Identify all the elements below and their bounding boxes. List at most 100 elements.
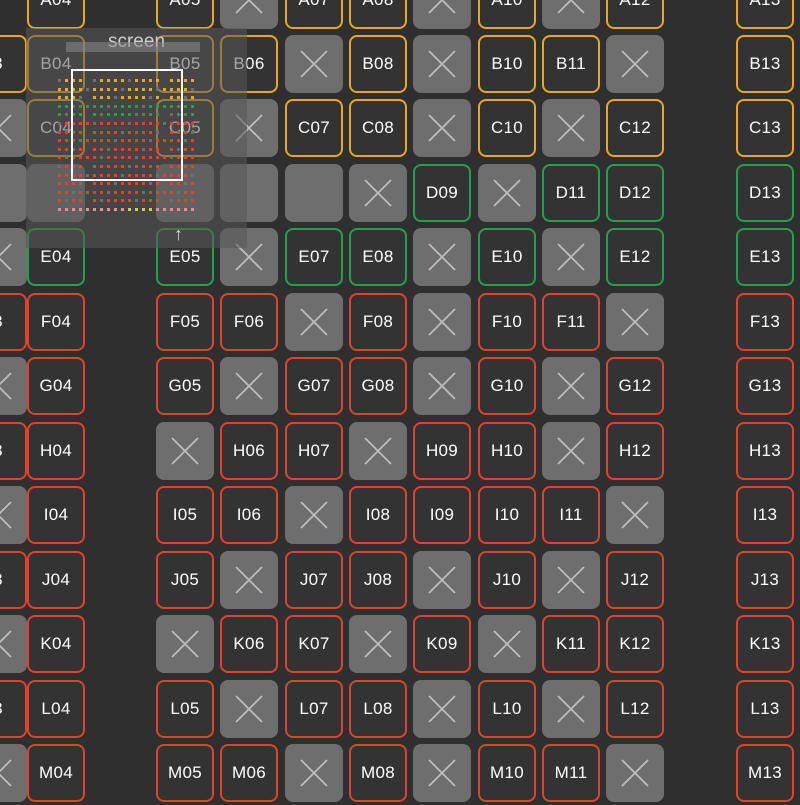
seat-button[interactable]: I11 bbox=[542, 486, 600, 544]
seat-button[interactable]: F04 bbox=[27, 293, 85, 351]
seat-button[interactable]: L10 bbox=[478, 680, 536, 738]
seat-button[interactable]: G12 bbox=[606, 357, 664, 415]
seat-button[interactable]: L05 bbox=[156, 680, 214, 738]
seat-button[interactable]: L08 bbox=[349, 680, 407, 738]
seat-button[interactable]: E13 bbox=[736, 228, 794, 286]
seat-button[interactable]: A08 bbox=[349, 0, 407, 29]
seat-button[interactable]: I08 bbox=[349, 486, 407, 544]
seat-button[interactable]: A04 bbox=[27, 0, 85, 29]
seat-button[interactable]: 3 bbox=[0, 551, 27, 609]
seat-button[interactable]: H07 bbox=[285, 422, 343, 480]
seat-button[interactable]: A10 bbox=[478, 0, 536, 29]
seat-button[interactable]: M11 bbox=[542, 744, 600, 802]
seat-button[interactable]: M04 bbox=[27, 744, 85, 802]
seat-button[interactable]: C07 bbox=[285, 99, 343, 157]
seat-button[interactable]: K07 bbox=[285, 615, 343, 673]
minimap-seat-dot bbox=[142, 208, 145, 211]
seat-button[interactable]: K13 bbox=[736, 615, 794, 673]
seat-button[interactable]: J10 bbox=[478, 551, 536, 609]
seat-button[interactable]: E08 bbox=[349, 228, 407, 286]
seat-button[interactable]: H06 bbox=[220, 422, 278, 480]
seat-button[interactable]: M06 bbox=[220, 744, 278, 802]
seat-button[interactable]: C12 bbox=[606, 99, 664, 157]
seat-button[interactable]: I05 bbox=[156, 486, 214, 544]
seat-button[interactable]: B13 bbox=[736, 35, 794, 93]
seat-button[interactable]: C10 bbox=[478, 99, 536, 157]
seat-button[interactable]: G13 bbox=[736, 357, 794, 415]
seat-button[interactable]: I10 bbox=[478, 486, 536, 544]
sold-seat bbox=[349, 164, 407, 222]
sold-seat bbox=[478, 615, 536, 673]
seat-button[interactable]: K09 bbox=[413, 615, 471, 673]
seat-button[interactable]: I04 bbox=[27, 486, 85, 544]
seat-button[interactable]: J13 bbox=[736, 551, 794, 609]
seat-button[interactable]: K06 bbox=[220, 615, 278, 673]
seat-button[interactable]: A13 bbox=[736, 0, 794, 29]
seat-button[interactable]: 3 bbox=[0, 35, 27, 93]
seat-button[interactable]: A12 bbox=[606, 0, 664, 29]
sold-seat bbox=[220, 680, 278, 738]
seat-button[interactable]: K11 bbox=[542, 615, 600, 673]
minimap-seat-dot bbox=[58, 79, 61, 82]
seat-button[interactable]: D12 bbox=[606, 164, 664, 222]
seat-button[interactable]: K04 bbox=[27, 615, 85, 673]
seat-button[interactable]: H09 bbox=[413, 422, 471, 480]
seat-button[interactable]: 3 bbox=[0, 422, 27, 480]
seat-button[interactable]: I06 bbox=[220, 486, 278, 544]
seat-button[interactable]: M05 bbox=[156, 744, 214, 802]
seat-button[interactable]: M13 bbox=[736, 744, 794, 802]
seat-button[interactable]: M10 bbox=[478, 744, 536, 802]
seat-button[interactable]: D11 bbox=[542, 164, 600, 222]
close-icon bbox=[428, 308, 456, 336]
seat-button[interactable]: J12 bbox=[606, 551, 664, 609]
seat-button[interactable]: L04 bbox=[27, 680, 85, 738]
seat-button[interactable]: E07 bbox=[285, 228, 343, 286]
seat-button[interactable]: F08 bbox=[349, 293, 407, 351]
seat-button[interactable]: J04 bbox=[27, 551, 85, 609]
seat-button[interactable]: F13 bbox=[736, 293, 794, 351]
minimap-viewport[interactable] bbox=[71, 69, 183, 181]
seat-button[interactable]: B08 bbox=[349, 35, 407, 93]
seat-button[interactable]: E12 bbox=[606, 228, 664, 286]
seat-button[interactable]: K12 bbox=[606, 615, 664, 673]
seat-button[interactable]: 3 bbox=[0, 293, 27, 351]
sold-seat bbox=[285, 486, 343, 544]
seat-button[interactable]: F11 bbox=[542, 293, 600, 351]
seat-button[interactable]: G07 bbox=[285, 357, 343, 415]
seat-button[interactable]: C13 bbox=[736, 99, 794, 157]
seat-button[interactable]: I09 bbox=[413, 486, 471, 544]
seat-button[interactable]: J08 bbox=[349, 551, 407, 609]
seat-button[interactable]: B10 bbox=[478, 35, 536, 93]
minimap-seat-dot bbox=[93, 208, 96, 211]
seat-button[interactable]: M08 bbox=[349, 744, 407, 802]
seat-button[interactable]: L07 bbox=[285, 680, 343, 738]
seat-button[interactable]: A05 bbox=[156, 0, 214, 29]
seat-button[interactable]: B11 bbox=[542, 35, 600, 93]
seat-button[interactable]: H04 bbox=[27, 422, 85, 480]
minimap-seat-dot bbox=[177, 182, 180, 186]
seat-button[interactable]: F06 bbox=[220, 293, 278, 351]
seat-button[interactable]: G05 bbox=[156, 357, 214, 415]
seat-button[interactable]: E10 bbox=[478, 228, 536, 286]
seat-button[interactable]: I13 bbox=[736, 486, 794, 544]
minimap-seat-dot bbox=[72, 182, 75, 186]
seat-button[interactable]: G04 bbox=[27, 357, 85, 415]
seat-button[interactable]: D09 bbox=[413, 164, 471, 222]
seat-button[interactable]: C08 bbox=[349, 99, 407, 157]
seat-button[interactable]: L13 bbox=[736, 680, 794, 738]
seat-button[interactable]: F10 bbox=[478, 293, 536, 351]
seat-button[interactable]: G08 bbox=[349, 357, 407, 415]
seat-button[interactable]: 3 bbox=[0, 680, 27, 738]
minimap[interactable]: screen ↑ bbox=[26, 28, 247, 248]
seat-button[interactable]: G10 bbox=[478, 357, 536, 415]
seat-button[interactable]: J05 bbox=[156, 551, 214, 609]
seat-button[interactable]: F05 bbox=[156, 293, 214, 351]
seat-button[interactable]: H13 bbox=[736, 422, 794, 480]
seat-button[interactable]: J07 bbox=[285, 551, 343, 609]
seat-button[interactable]: H12 bbox=[606, 422, 664, 480]
seat-button[interactable]: D13 bbox=[736, 164, 794, 222]
minimap-seat-dot bbox=[93, 199, 96, 203]
seat-button[interactable]: L12 bbox=[606, 680, 664, 738]
seat-button[interactable]: H10 bbox=[478, 422, 536, 480]
seat-button[interactable]: A07 bbox=[285, 0, 343, 29]
